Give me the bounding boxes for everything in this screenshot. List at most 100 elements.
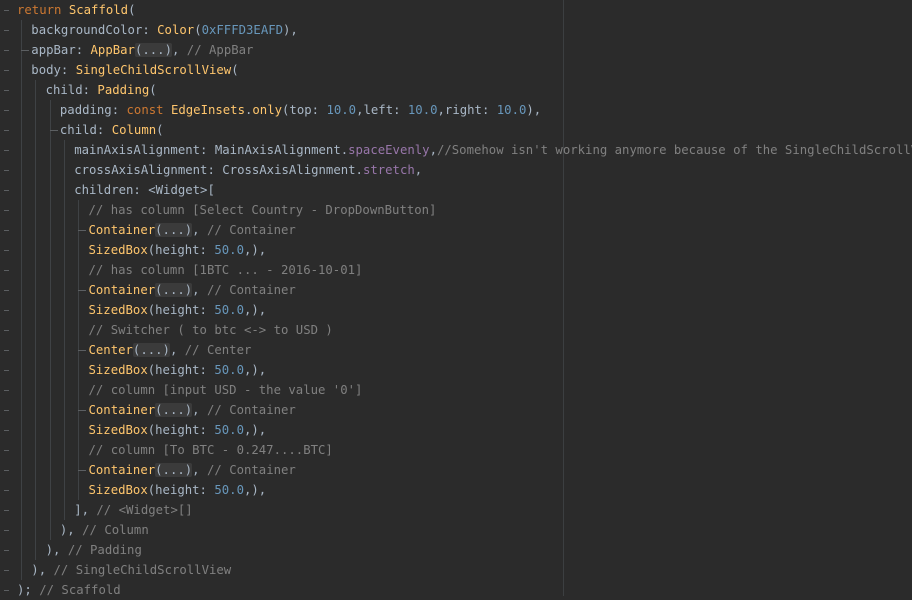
code-line[interactable]: padding: const EdgeInsets.only(top: 10.0… [60, 100, 541, 120]
code-line[interactable]: ), // Column [60, 520, 149, 540]
code-token: children: [74, 183, 149, 197]
code-token: // Container [206, 403, 296, 417]
code-token: // column [input USD - the value '0'] [88, 383, 363, 397]
code-line[interactable]: SizedBox(height: 50.0,), [89, 240, 267, 260]
code-line[interactable]: return Scaffold( [17, 0, 135, 20]
code-line[interactable]: // has column [Select Country - DropDown… [89, 200, 437, 220]
code-line[interactable]: SizedBox(height: 50.0,), [89, 300, 267, 320]
code-token: // Center [184, 343, 252, 357]
code-token: Container [88, 223, 156, 237]
code-token: spaceEvenly [348, 143, 430, 157]
folded-code-region[interactable]: (...) [132, 343, 170, 357]
code-token: // Column [82, 523, 149, 537]
code-line[interactable]: ), // Padding [46, 540, 142, 560]
code-line[interactable]: ); // Scaffold [17, 580, 121, 600]
code-line[interactable]: SizedBox(height: 50.0,), [89, 360, 267, 380]
code-token: , [169, 343, 185, 357]
code-token: 50.0 [214, 363, 244, 377]
code-token: only [252, 103, 283, 117]
code-token: // SingleChildScrollView [53, 563, 232, 577]
code-token: (height: [147, 363, 215, 377]
tree-branch [78, 290, 87, 291]
folded-code-region[interactable]: (...) [155, 403, 193, 417]
code-token: . [340, 143, 349, 157]
code-token: , [192, 403, 207, 417]
code-token: crossAxisAlignment: [74, 163, 223, 177]
tree-branch [78, 350, 87, 351]
code-token: 50.0 [214, 483, 244, 497]
code-token: , [192, 463, 207, 477]
code-token: SingleChildScrollView [75, 63, 232, 77]
folded-code-region[interactable]: (...) [155, 223, 193, 237]
code-token: ,left: [356, 103, 408, 117]
tree-branch [78, 410, 87, 411]
tree-branch [78, 470, 87, 471]
code-token: padding: [59, 103, 127, 117]
code-token: // AppBar [186, 43, 254, 57]
code-line[interactable]: Container(...), // Container [89, 280, 296, 300]
code-token: ( [149, 83, 157, 97]
code-line[interactable]: ), // SingleChildScrollView [31, 560, 231, 580]
code-line[interactable]: Container(...), // Container [89, 220, 296, 240]
code-token: (height: [147, 483, 215, 497]
code-line[interactable]: appBar: AppBar(...), // AppBar [31, 40, 253, 60]
code-token: // Container [206, 223, 296, 237]
code-line[interactable]: // column [To BTC - 0.247....BTC] [89, 440, 333, 460]
code-token: CrossAxisAlignment [222, 163, 356, 177]
code-line[interactable]: backgroundColor: Color(0xFFFD3EAFD), [31, 20, 298, 40]
code-line[interactable]: SizedBox(height: 50.0,), [89, 480, 267, 500]
code-token: ), [526, 103, 542, 117]
code-token: 10.0 [496, 103, 527, 117]
code-token: ], [74, 503, 97, 517]
code-token: AppBar [90, 43, 135, 57]
code-editor[interactable]: return Scaffold(backgroundColor: Color(0… [0, 0, 912, 597]
code-token: child: [45, 83, 98, 97]
code-token: ,right: [437, 103, 497, 117]
code-line[interactable]: Container(...), // Container [89, 400, 296, 420]
code-token: Container [88, 403, 156, 417]
code-token: ), [283, 23, 298, 37]
code-token: 10.0 [407, 103, 438, 117]
code-token: Container [88, 283, 156, 297]
code-token: MainAxisAlignment [214, 143, 341, 157]
code-line[interactable]: children: <Widget>[ [74, 180, 215, 200]
code-line[interactable]: // Switcher ( to btc <-> to USD ) [89, 320, 333, 340]
code-line[interactable]: // column [input USD - the value '0'] [89, 380, 363, 400]
code-line[interactable]: // has column [1BTC ... - 2016-10-01] [89, 260, 363, 280]
code-token: appBar: [31, 43, 91, 57]
code-token: (height: [147, 303, 215, 317]
folded-code-region[interactable]: (...) [155, 463, 193, 477]
code-token: EdgeInsets [170, 103, 245, 117]
code-line[interactable]: child: Padding( [46, 80, 157, 100]
code-token: Color [157, 23, 195, 37]
folded-code-region[interactable]: (...) [134, 43, 172, 57]
code-token: 0xFFFD3EAFD [201, 23, 284, 37]
folded-code-region[interactable]: (...) [155, 283, 193, 297]
code-token: ); [17, 583, 40, 597]
code-line[interactable]: crossAxisAlignment: CrossAxisAlignment.s… [74, 160, 422, 180]
code-token: //Somehow isn't working anymore because … [436, 143, 912, 157]
code-token: // Scaffold [39, 583, 121, 597]
code-token: stretch [362, 163, 415, 177]
code-line[interactable]: Center(...), // Center [89, 340, 252, 360]
code-token: SizedBox [88, 483, 148, 497]
code-token: ), [31, 563, 54, 577]
code-token: ,), [244, 483, 267, 497]
code-token: ( [156, 123, 164, 137]
tree-branch [78, 230, 87, 231]
code-token: SizedBox [88, 303, 148, 317]
code-token: ,), [244, 363, 267, 377]
code-line[interactable]: SizedBox(height: 50.0,), [89, 420, 267, 440]
indent-guide [49, 100, 51, 540]
code-line[interactable]: ], // <Widget>[] [74, 500, 192, 520]
code-token: // Container [206, 463, 296, 477]
code-line[interactable]: Container(...), // Container [89, 460, 296, 480]
code-token: 50.0 [214, 303, 244, 317]
code-token: // has column [1BTC ... - 2016-10-01] [88, 263, 363, 277]
code-line[interactable]: mainAxisAlignment: MainAxisAlignment.spa… [74, 140, 912, 160]
code-token: // column [To BTC - 0.247....BTC] [88, 443, 333, 457]
code-line[interactable]: body: SingleChildScrollView( [31, 60, 238, 80]
code-token: ), [59, 523, 83, 537]
code-line[interactable]: child: Column( [60, 120, 164, 140]
code-token: Padding [97, 83, 150, 97]
